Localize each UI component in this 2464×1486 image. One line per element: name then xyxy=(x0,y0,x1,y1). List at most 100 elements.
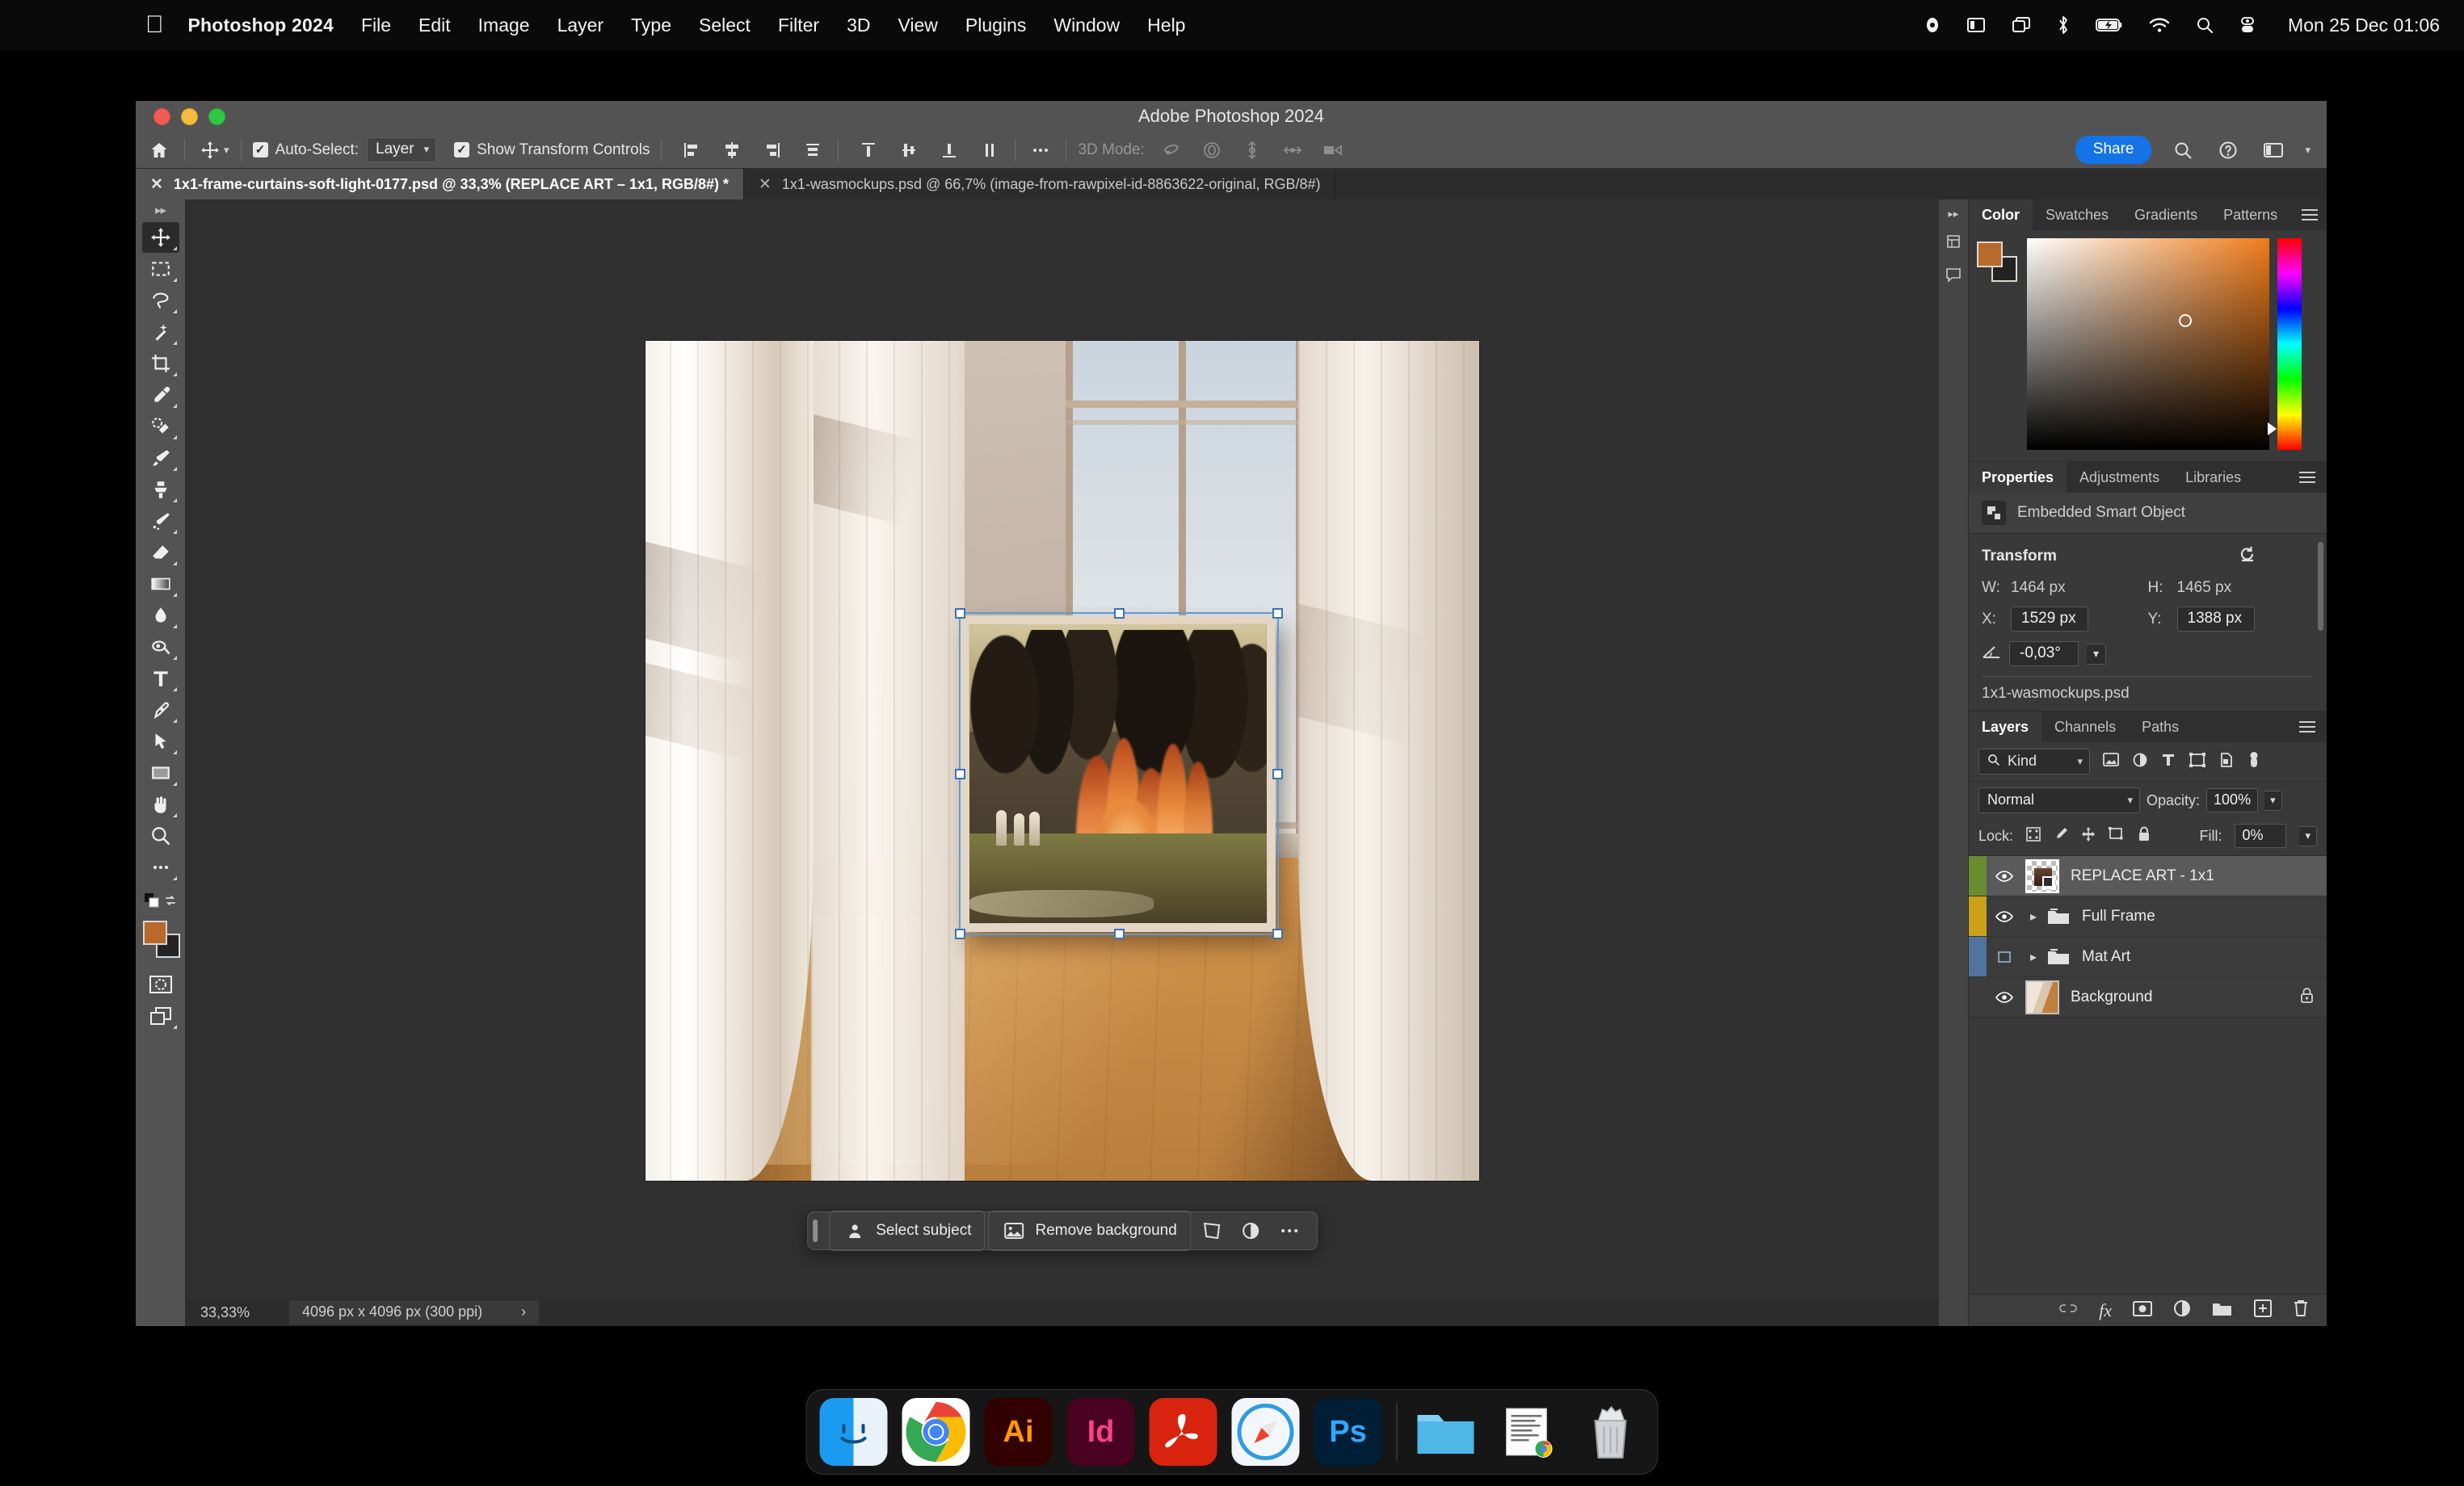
workspace-switcher-icon[interactable] xyxy=(2260,136,2287,164)
transform-handle[interactable] xyxy=(1272,608,1283,619)
minimize-button[interactable] xyxy=(181,107,198,125)
clone-stamp-tool[interactable] xyxy=(142,474,179,505)
hue-slider-thumb[interactable] xyxy=(2268,422,2277,435)
dock-item-adobe-indesign[interactable]: Id xyxy=(1066,1398,1135,1466)
dock-item-google-chrome[interactable] xyxy=(902,1398,970,1466)
menu-item-type[interactable]: Type xyxy=(631,15,671,36)
gradient-tool[interactable] xyxy=(142,569,179,599)
document-tab-secondary[interactable]: ✕ 1x1-wasmockups.psd @ 66,7% (image-from… xyxy=(744,169,1336,199)
hue-slider[interactable] xyxy=(2268,238,2302,450)
new-layer-icon[interactable] xyxy=(2254,1299,2272,1321)
menu-item-view[interactable]: View xyxy=(898,15,937,36)
properties-panel-menu-icon[interactable] xyxy=(2288,462,2327,493)
lock-transparent-pixels-icon[interactable] xyxy=(2026,826,2041,846)
menu-item-select[interactable]: Select xyxy=(699,15,751,36)
adjustment-icon[interactable] xyxy=(1233,1217,1268,1245)
delete-layer-icon[interactable] xyxy=(2293,1299,2309,1321)
zoom-level[interactable]: 33,33% xyxy=(200,1304,289,1321)
layer-name[interactable]: REPLACE ART - 1x1 xyxy=(2071,867,2214,885)
close-tab-icon[interactable]: ✕ xyxy=(150,175,163,194)
tab-properties[interactable]: Properties xyxy=(1969,462,2067,493)
scale-3d-icon[interactable] xyxy=(1319,136,1347,164)
screen-mode-icon[interactable] xyxy=(142,1001,179,1031)
transform-icon[interactable] xyxy=(1194,1217,1230,1245)
dock-item-downloads-folder[interactable] xyxy=(1412,1398,1480,1466)
dock-item-document-stack[interactable] xyxy=(1495,1398,1562,1466)
angle-dropdown-icon[interactable]: ▾ xyxy=(2087,643,2107,665)
more-options-icon[interactable] xyxy=(1272,1217,1307,1245)
type-tool[interactable] xyxy=(142,663,179,694)
slide-3d-icon[interactable] xyxy=(1279,136,1306,164)
transform-handle[interactable] xyxy=(1272,769,1283,779)
layer-name[interactable]: Mat Art xyxy=(2082,948,2130,966)
new-fill-adjustment-icon[interactable] xyxy=(2173,1299,2191,1321)
close-tab-icon[interactable]: ✕ xyxy=(759,175,772,194)
opacity-input[interactable]: 100% xyxy=(2206,788,2259,812)
dock-item-adobe-photoshop[interactable]: Ps xyxy=(1314,1398,1382,1466)
rotate-3d-icon[interactable] xyxy=(1158,136,1185,164)
filter-shape-icon[interactable] xyxy=(2189,752,2205,771)
expand-group-icon[interactable]: ▸ xyxy=(2022,909,2045,925)
document-info-chevron-icon[interactable]: › xyxy=(521,1303,526,1320)
menu-item-edit[interactable]: Edit xyxy=(418,15,451,36)
tool-preset-caret-icon[interactable]: ▾ xyxy=(224,144,229,157)
dock-item-safari[interactable] xyxy=(1231,1398,1300,1466)
hand-tool[interactable] xyxy=(142,789,179,820)
battery-charging-icon[interactable] xyxy=(2096,17,2123,33)
magic-wand-tool[interactable] xyxy=(142,317,179,347)
width-value[interactable]: 1464 px xyxy=(2011,579,2066,597)
distribute-bottom-icon[interactable] xyxy=(936,136,963,164)
dock-item-adobe-acrobat[interactable] xyxy=(1149,1398,1217,1466)
filter-adjustment-icon[interactable] xyxy=(2133,753,2147,771)
filter-smart-object-icon[interactable] xyxy=(2219,752,2234,771)
transform-handle[interactable] xyxy=(955,929,965,939)
menu-item-filter[interactable]: Filter xyxy=(778,15,819,36)
layer-visibility-toggle[interactable] xyxy=(1987,910,2022,923)
filter-pixel-icon[interactable] xyxy=(2103,752,2119,771)
distribute-left-icon[interactable] xyxy=(976,136,1003,164)
menubar-clock[interactable]: Mon 25 Dec 01:06 xyxy=(2288,15,2440,36)
expand-panels-icon[interactable]: ▸▸ xyxy=(1948,208,1958,220)
transform-handle[interactable] xyxy=(955,769,965,779)
layer-visibility-toggle[interactable] xyxy=(1987,991,2022,1004)
menu-item-3d[interactable]: 3D xyxy=(847,15,870,36)
layer-name[interactable]: Background xyxy=(2071,989,2152,1006)
fill-input[interactable]: 0% xyxy=(2235,824,2287,848)
display-icon[interactable] xyxy=(1966,16,1986,34)
quick-mask-icon[interactable] xyxy=(142,969,179,1000)
eraser-tool[interactable] xyxy=(142,537,179,568)
new-group-icon[interactable] xyxy=(2212,1300,2233,1320)
wifi-icon[interactable] xyxy=(2149,17,2170,33)
move-tool[interactable] xyxy=(141,222,179,253)
close-button[interactable] xyxy=(153,107,170,125)
y-input[interactable]: 1388 px xyxy=(2176,607,2255,632)
filter-type-icon[interactable] xyxy=(2161,753,2176,771)
filter-toggle-icon[interactable] xyxy=(2247,751,2260,773)
tools-panel-handle[interactable]: ▸▸ xyxy=(155,203,166,217)
lock-artboard-nesting-icon[interactable] xyxy=(2109,826,2125,846)
layer-row-background[interactable]: Background xyxy=(1969,977,2327,1018)
search-icon[interactable] xyxy=(2169,136,2197,164)
document-info[interactable]: 4096 px x 4096 px (300 ppi) › xyxy=(289,1300,540,1324)
height-value[interactable]: 1465 px xyxy=(2177,579,2232,597)
move-tool-icon[interactable] xyxy=(196,136,224,164)
edit-toolbar[interactable] xyxy=(142,852,179,883)
menu-item-image[interactable]: Image xyxy=(478,15,530,36)
comments-rail-icon[interactable] xyxy=(1945,267,1962,287)
align-horizontal-centers-icon[interactable] xyxy=(718,136,746,164)
canvas-stage[interactable]: Select subject Remove background xyxy=(186,199,1939,1299)
color-panel-menu-icon[interactable] xyxy=(2290,199,2329,230)
tab-gradients[interactable]: Gradients xyxy=(2121,199,2210,230)
fill-dropdown-icon[interactable]: ▾ xyxy=(2299,825,2317,846)
layers-panel-menu-icon[interactable] xyxy=(2288,712,2327,742)
auto-select-checkbox[interactable]: ✓ xyxy=(252,142,268,157)
foreground-color-swatch[interactable] xyxy=(1977,241,2003,267)
show-transform-checkbox[interactable]: ✓ xyxy=(454,142,470,157)
x-input[interactable]: 1529 px xyxy=(2011,607,2088,632)
remove-background-button[interactable]: Remove background xyxy=(988,1211,1191,1251)
task-bar-grip[interactable] xyxy=(813,1219,818,1242)
rectangular-marquee-tool[interactable] xyxy=(142,254,179,284)
rectangle-tool[interactable] xyxy=(142,758,179,788)
menu-item-help[interactable]: Help xyxy=(1147,15,1185,36)
transform-handle[interactable] xyxy=(1272,929,1283,939)
